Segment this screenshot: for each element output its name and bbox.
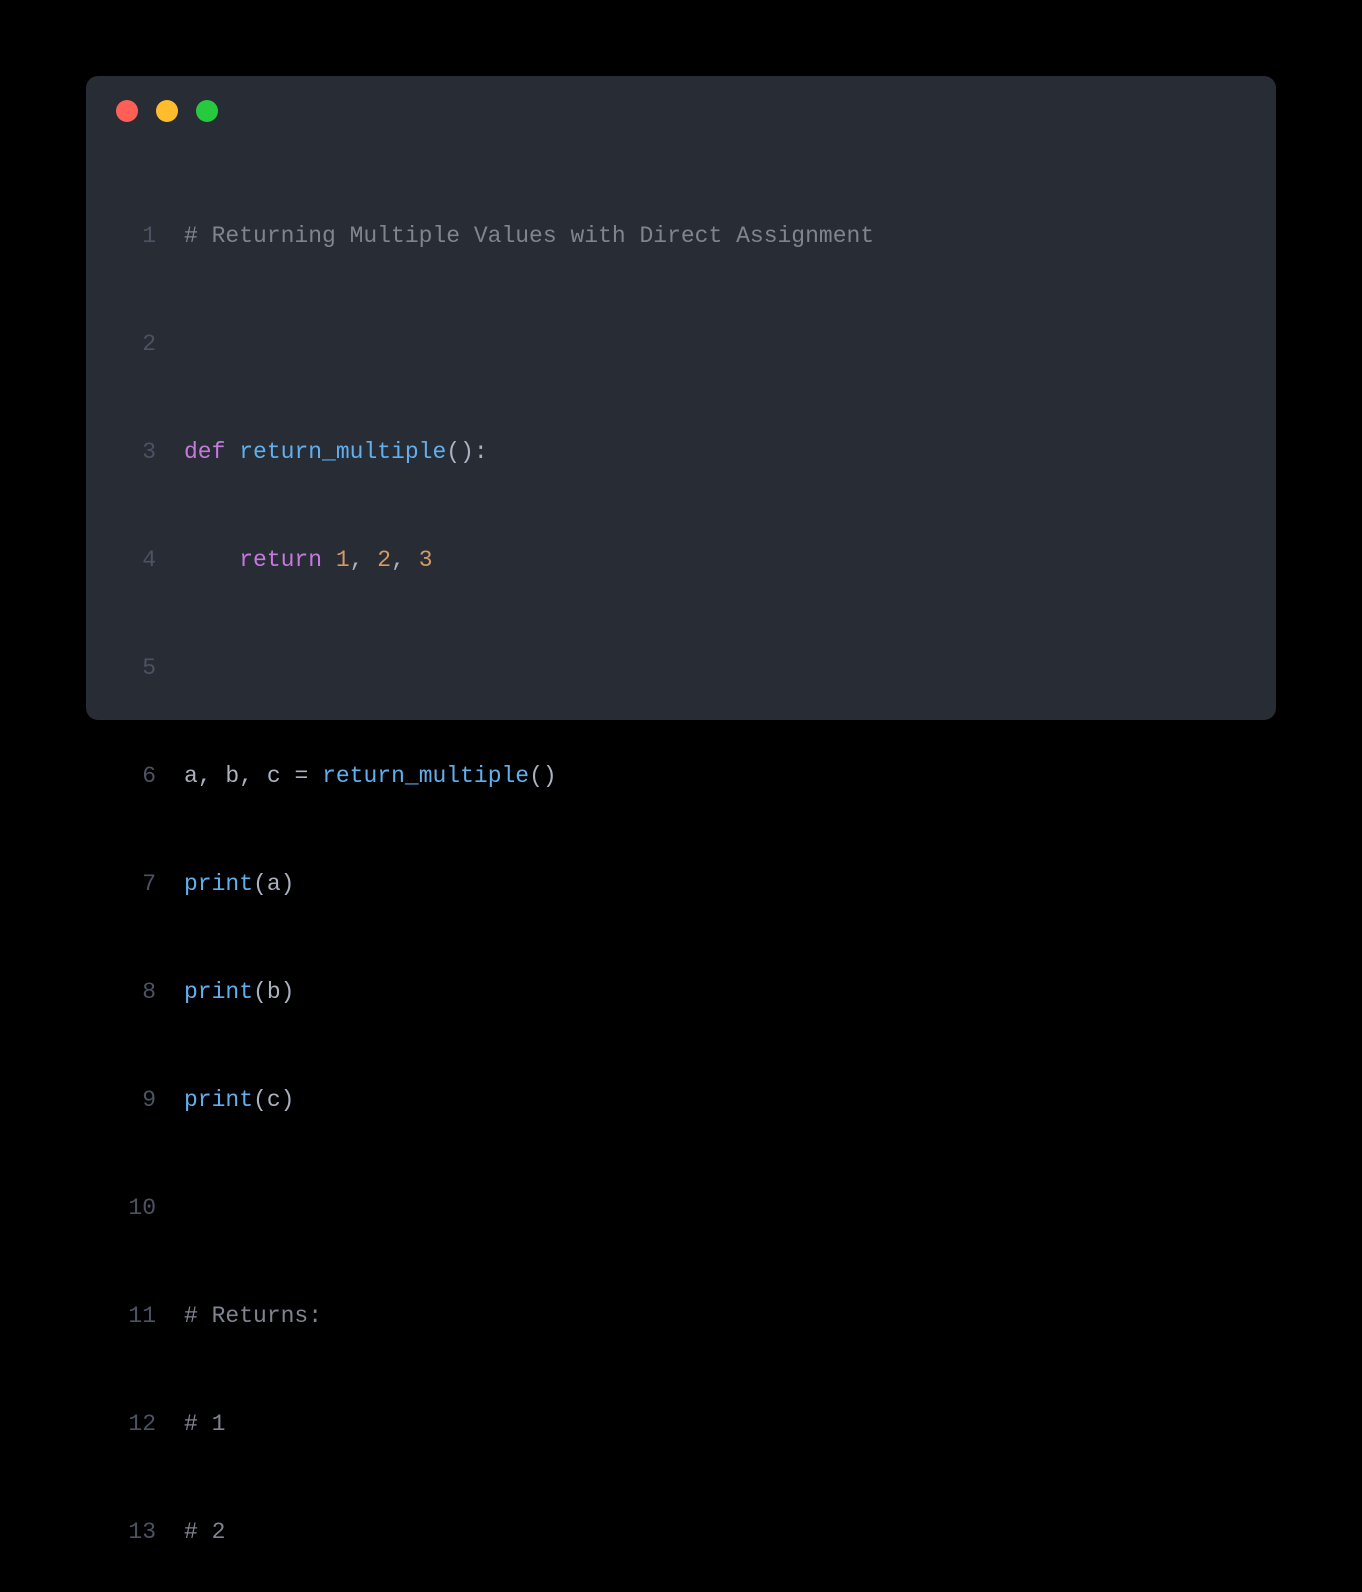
- comment: # Returning Multiple Values with Direct …: [184, 223, 874, 249]
- call-function: return_multiple: [322, 763, 529, 789]
- code-content: # 2: [184, 1514, 1276, 1550]
- number-literal: 3: [419, 547, 433, 573]
- line-number: 12: [106, 1406, 184, 1442]
- code-content: print(b): [184, 974, 1276, 1010]
- line-number: 6: [106, 758, 184, 794]
- line-number: 1: [106, 218, 184, 254]
- code-line: 9 print(c): [106, 1082, 1276, 1118]
- line-number: 7: [106, 866, 184, 902]
- code-line: 8 print(b): [106, 974, 1276, 1010]
- line-number: 3: [106, 434, 184, 470]
- code-line: 7 print(a): [106, 866, 1276, 902]
- code-content: [184, 326, 1276, 362]
- code-window: 1 # Returning Multiple Values with Direc…: [86, 76, 1276, 720]
- code-line: 4 return 1, 2, 3: [106, 542, 1276, 578]
- code-content: # Returning Multiple Values with Direct …: [184, 218, 1276, 254]
- variable: c: [267, 763, 281, 789]
- line-number: 8: [106, 974, 184, 1010]
- zoom-icon[interactable]: [196, 100, 218, 122]
- code-line: 1 # Returning Multiple Values with Direc…: [106, 218, 1276, 254]
- argument: c: [267, 1087, 281, 1113]
- function-name: return_multiple: [239, 439, 446, 465]
- code-line: 3 def return_multiple():: [106, 434, 1276, 470]
- line-number: 11: [106, 1298, 184, 1334]
- code-line: 10: [106, 1190, 1276, 1226]
- code-content: a, b, c = return_multiple(): [184, 758, 1276, 794]
- variable: b: [225, 763, 239, 789]
- code-content: print(c): [184, 1082, 1276, 1118]
- code-content: return 1, 2, 3: [184, 542, 1276, 578]
- variable: a: [184, 763, 198, 789]
- minimize-icon[interactable]: [156, 100, 178, 122]
- line-number: 5: [106, 650, 184, 686]
- argument: b: [267, 979, 281, 1005]
- code-content: [184, 1190, 1276, 1226]
- call-print: print: [184, 1087, 253, 1113]
- code-line: 6 a, b, c = return_multiple(): [106, 758, 1276, 794]
- punct: ():: [446, 439, 487, 465]
- window-traffic-lights: [116, 100, 218, 122]
- line-number: 10: [106, 1190, 184, 1226]
- code-line: 13 # 2: [106, 1514, 1276, 1550]
- code-area: 1 # Returning Multiple Values with Direc…: [86, 146, 1276, 1592]
- close-icon[interactable]: [116, 100, 138, 122]
- comment: # Returns:: [184, 1303, 322, 1329]
- code-content: print(a): [184, 866, 1276, 902]
- argument: a: [267, 871, 281, 897]
- code-content: [184, 650, 1276, 686]
- comment: # 2: [184, 1519, 225, 1545]
- code-line: 12 # 1: [106, 1406, 1276, 1442]
- keyword-def: def: [184, 439, 225, 465]
- code-content: # 1: [184, 1406, 1276, 1442]
- code-line: 2: [106, 326, 1276, 362]
- comment: # 1: [184, 1411, 225, 1437]
- code-line: 5: [106, 650, 1276, 686]
- number-literal: 2: [377, 547, 391, 573]
- number-literal: 1: [336, 547, 350, 573]
- call-print: print: [184, 871, 253, 897]
- line-number: 2: [106, 326, 184, 362]
- line-number: 4: [106, 542, 184, 578]
- line-number: 13: [106, 1514, 184, 1550]
- code-line: 11 # Returns:: [106, 1298, 1276, 1334]
- line-number: 9: [106, 1082, 184, 1118]
- call-print: print: [184, 979, 253, 1005]
- code-content: # Returns:: [184, 1298, 1276, 1334]
- code-content: def return_multiple():: [184, 434, 1276, 470]
- keyword-return: return: [239, 547, 322, 573]
